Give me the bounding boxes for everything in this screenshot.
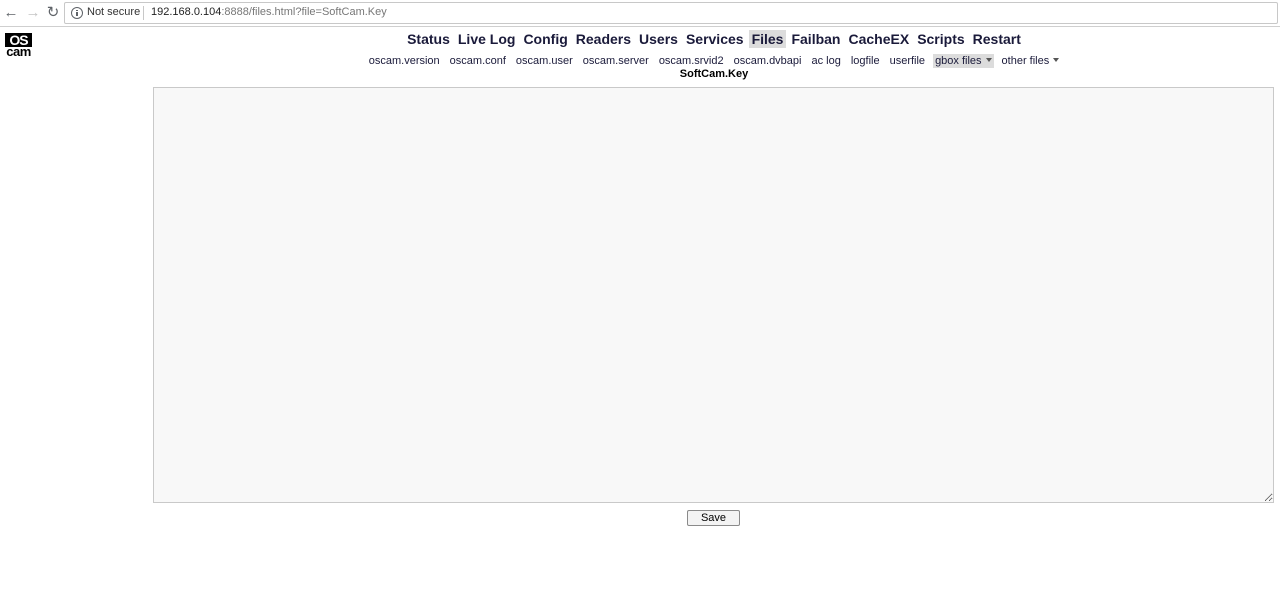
- url-path: :8888/files.html?file=SoftCam.Key: [221, 6, 387, 18]
- gbox-files-label: gbox files: [935, 55, 982, 67]
- menu-live-log[interactable]: Live Log: [455, 30, 519, 48]
- forward-arrow-icon[interactable]: →: [25, 5, 41, 21]
- reload-icon[interactable]: ↻: [45, 5, 61, 21]
- other-files-dropdown[interactable]: other files: [1000, 54, 1062, 68]
- menu-config[interactable]: Config: [520, 30, 570, 48]
- menu-users[interactable]: Users: [636, 30, 681, 48]
- file-link-logfile[interactable]: logfile: [849, 54, 882, 68]
- gbox-files-dropdown[interactable]: gbox files: [933, 54, 994, 68]
- save-button[interactable]: Save: [687, 510, 740, 526]
- caret-down-icon: [1053, 58, 1060, 62]
- file-title: SoftCam.Key: [679, 68, 749, 80]
- browser-toolbar: ← → ↻ Not secure 192.168.0.104:8888/file…: [0, 0, 1280, 27]
- menu-scripts[interactable]: Scripts: [914, 30, 967, 48]
- file-link-ac-log[interactable]: ac log: [809, 54, 842, 68]
- file-editor-textarea[interactable]: [153, 87, 1274, 503]
- menu-status[interactable]: Status: [404, 30, 453, 48]
- menu-readers[interactable]: Readers: [573, 30, 634, 48]
- info-icon[interactable]: [71, 7, 83, 19]
- file-link-oscam-conf[interactable]: oscam.conf: [448, 54, 508, 68]
- menu-failban[interactable]: Failban: [788, 30, 843, 48]
- file-link-oscam-dvbapi[interactable]: oscam.dvbapi: [732, 54, 804, 68]
- file-link-userfile[interactable]: userfile: [888, 54, 927, 68]
- file-link-oscam-version[interactable]: oscam.version: [367, 54, 442, 68]
- menu-services[interactable]: Services: [683, 30, 747, 48]
- main-menu: Status Live Log Config Readers Users Services…: [0, 30, 1280, 49]
- menu-restart[interactable]: Restart: [970, 30, 1024, 48]
- menu-files[interactable]: Files: [748, 30, 787, 48]
- other-files-label: other files: [1001, 55, 1050, 67]
- file-link-oscam-user[interactable]: oscam.user: [514, 54, 575, 68]
- address-bar[interactable]: Not secure 192.168.0.104:8888/files.html…: [64, 2, 1278, 24]
- address-separator: [143, 6, 144, 20]
- file-link-oscam-server[interactable]: oscam.server: [581, 54, 651, 68]
- url-text[interactable]: 192.168.0.104:8888/files.html?file=SoftC…: [151, 6, 387, 18]
- menu-cacheex[interactable]: CacheEX: [845, 30, 912, 48]
- file-link-oscam-srvid2[interactable]: oscam.srvid2: [657, 54, 726, 68]
- files-submenu: oscam.version oscam.conf oscam.user oscam.s…: [0, 51, 1280, 69]
- caret-down-icon: [985, 58, 992, 62]
- security-label: Not secure: [87, 6, 141, 18]
- back-arrow-icon[interactable]: ←: [3, 5, 19, 21]
- url-host: 192.168.0.104: [151, 6, 222, 18]
